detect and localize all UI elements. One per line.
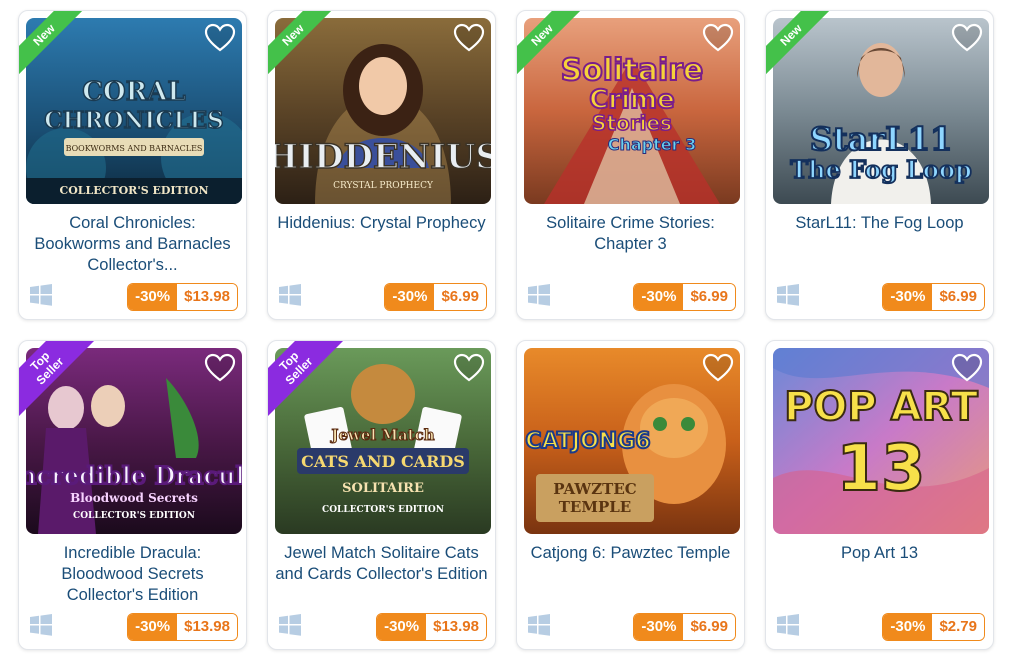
svg-text:CHRONICLES: CHRONICLES — [44, 107, 224, 134]
price-label: $6.99 — [434, 284, 486, 310]
product-title[interactable]: Coral Chronicles: Bookworms and Barnacle… — [25, 213, 240, 276]
product-title[interactable]: StarL11: The Fog Loop — [772, 213, 987, 276]
windows-icon — [777, 284, 799, 306]
windows-icon — [528, 614, 550, 636]
price-badge[interactable]: -30% $2.79 — [882, 613, 985, 641]
discount-label: -30% — [883, 614, 933, 640]
heart-icon[interactable] — [702, 353, 734, 383]
svg-text:SOLITAIRE: SOLITAIRE — [342, 481, 424, 496]
svg-text:Jewel Match: Jewel Match — [329, 426, 434, 444]
heart-icon[interactable] — [951, 23, 983, 53]
windows-icon — [30, 284, 52, 306]
heart-icon[interactable] — [453, 353, 485, 383]
product-card[interactable]: HIDDENIUS CRYSTAL PROPHECY New Hiddenius… — [267, 10, 496, 320]
product-title[interactable]: Jewel Match Solitaire Cats and Cards Col… — [274, 543, 489, 606]
heart-icon[interactable] — [453, 23, 485, 53]
price-label: $13.98 — [177, 614, 237, 640]
price-label: $6.99 — [683, 284, 735, 310]
price-badge[interactable]: -30% $13.98 — [376, 613, 487, 641]
svg-text:Chapter 3: Chapter 3 — [608, 135, 696, 154]
product-card[interactable]: CORAL CHRONICLES BOOKWORMS AND BARNACLES… — [18, 10, 247, 320]
product-card[interactable]: CATJONG6 PAWZTEC TEMPLE Catjong 6: Pawzt… — [516, 340, 745, 650]
windows-icon — [30, 614, 52, 636]
svg-text:PAWZTEC: PAWZTEC — [553, 480, 636, 498]
price-badge[interactable]: -30% $13.98 — [127, 613, 238, 641]
svg-text:TEMPLE: TEMPLE — [559, 498, 631, 516]
heart-icon[interactable] — [702, 23, 734, 53]
discount-label: -30% — [634, 614, 684, 640]
discount-label: -30% — [377, 614, 427, 640]
discount-label: -30% — [634, 284, 684, 310]
heart-icon[interactable] — [204, 23, 236, 53]
price-badge[interactable]: -30% $6.99 — [633, 613, 736, 641]
svg-text:StarL11: StarL11 — [810, 120, 953, 158]
price-label: $6.99 — [932, 284, 984, 310]
svg-text:Solitaire: Solitaire — [561, 53, 704, 88]
discount-label: -30% — [385, 284, 435, 310]
svg-text:BOOKWORMS AND BARNACLES: BOOKWORMS AND BARNACLES — [66, 144, 203, 153]
product-card[interactable]: Jewel Match CATS AND CARDS SOLITAIRE COL… — [267, 340, 496, 650]
svg-text:CORAL: CORAL — [82, 77, 185, 107]
product-title[interactable]: Catjong 6: Pawztec Temple — [523, 543, 738, 606]
svg-text:13: 13 — [836, 432, 925, 506]
svg-text:Incredible Dracula: Incredible Dracula — [26, 461, 242, 490]
price-badge[interactable]: -30% $13.98 — [127, 283, 238, 311]
product-title[interactable]: Hiddenius: Crystal Prophecy — [274, 213, 489, 276]
price-label: $2.79 — [932, 614, 984, 640]
discount-label: -30% — [128, 284, 178, 310]
windows-icon — [279, 614, 301, 636]
svg-text:COLLECTOR'S EDITION: COLLECTOR'S EDITION — [322, 505, 444, 515]
product-title[interactable]: Pop Art 13 — [772, 543, 987, 606]
product-card[interactable]: StarL11 The Fog Loop New StarL11: The Fo… — [765, 10, 994, 320]
svg-text:HIDDENIUS: HIDDENIUS — [275, 137, 491, 177]
svg-text:POP ART: POP ART — [784, 384, 979, 430]
product-card[interactable]: Incredible Dracula Bloodwood Secrets COL… — [18, 340, 247, 650]
svg-text:The Fog Loop: The Fog Loop — [790, 155, 971, 184]
windows-icon — [528, 284, 550, 306]
svg-text:CRYSTAL PROPHECY: CRYSTAL PROPHECY — [333, 181, 434, 191]
svg-text:COLLECTOR'S EDITION: COLLECTOR'S EDITION — [73, 511, 195, 521]
svg-text:Bloodwood Secrets: Bloodwood Secrets — [70, 491, 198, 505]
discount-label: -30% — [128, 614, 178, 640]
product-card[interactable]: POP ART 13 Pop Art 13 -30% $2.79 — [765, 340, 994, 650]
svg-text:Stories: Stories — [592, 111, 672, 135]
heart-icon[interactable] — [204, 353, 236, 383]
product-title[interactable]: Incredible Dracula: Bloodwood Secrets Co… — [25, 543, 240, 606]
product-title[interactable]: Solitaire Crime Stories: Chapter 3 — [523, 213, 738, 276]
price-label: $13.98 — [426, 614, 486, 640]
svg-text:COLLECTOR'S EDITION: COLLECTOR'S EDITION — [59, 184, 208, 197]
price-badge[interactable]: -30% $6.99 — [882, 283, 985, 311]
price-badge[interactable]: -30% $6.99 — [384, 283, 487, 311]
heart-icon[interactable] — [951, 353, 983, 383]
windows-icon — [777, 614, 799, 636]
svg-text:CATJONG6: CATJONG6 — [525, 429, 650, 454]
price-label: $13.98 — [177, 284, 237, 310]
svg-text:CATS AND CARDS: CATS AND CARDS — [301, 452, 465, 471]
price-label: $6.99 — [683, 614, 735, 640]
discount-label: -30% — [883, 284, 933, 310]
price-badge[interactable]: -30% $6.99 — [633, 283, 736, 311]
product-card[interactable]: Solitaire Crime Stories Chapter 3 New So… — [516, 10, 745, 320]
windows-icon — [279, 284, 301, 306]
